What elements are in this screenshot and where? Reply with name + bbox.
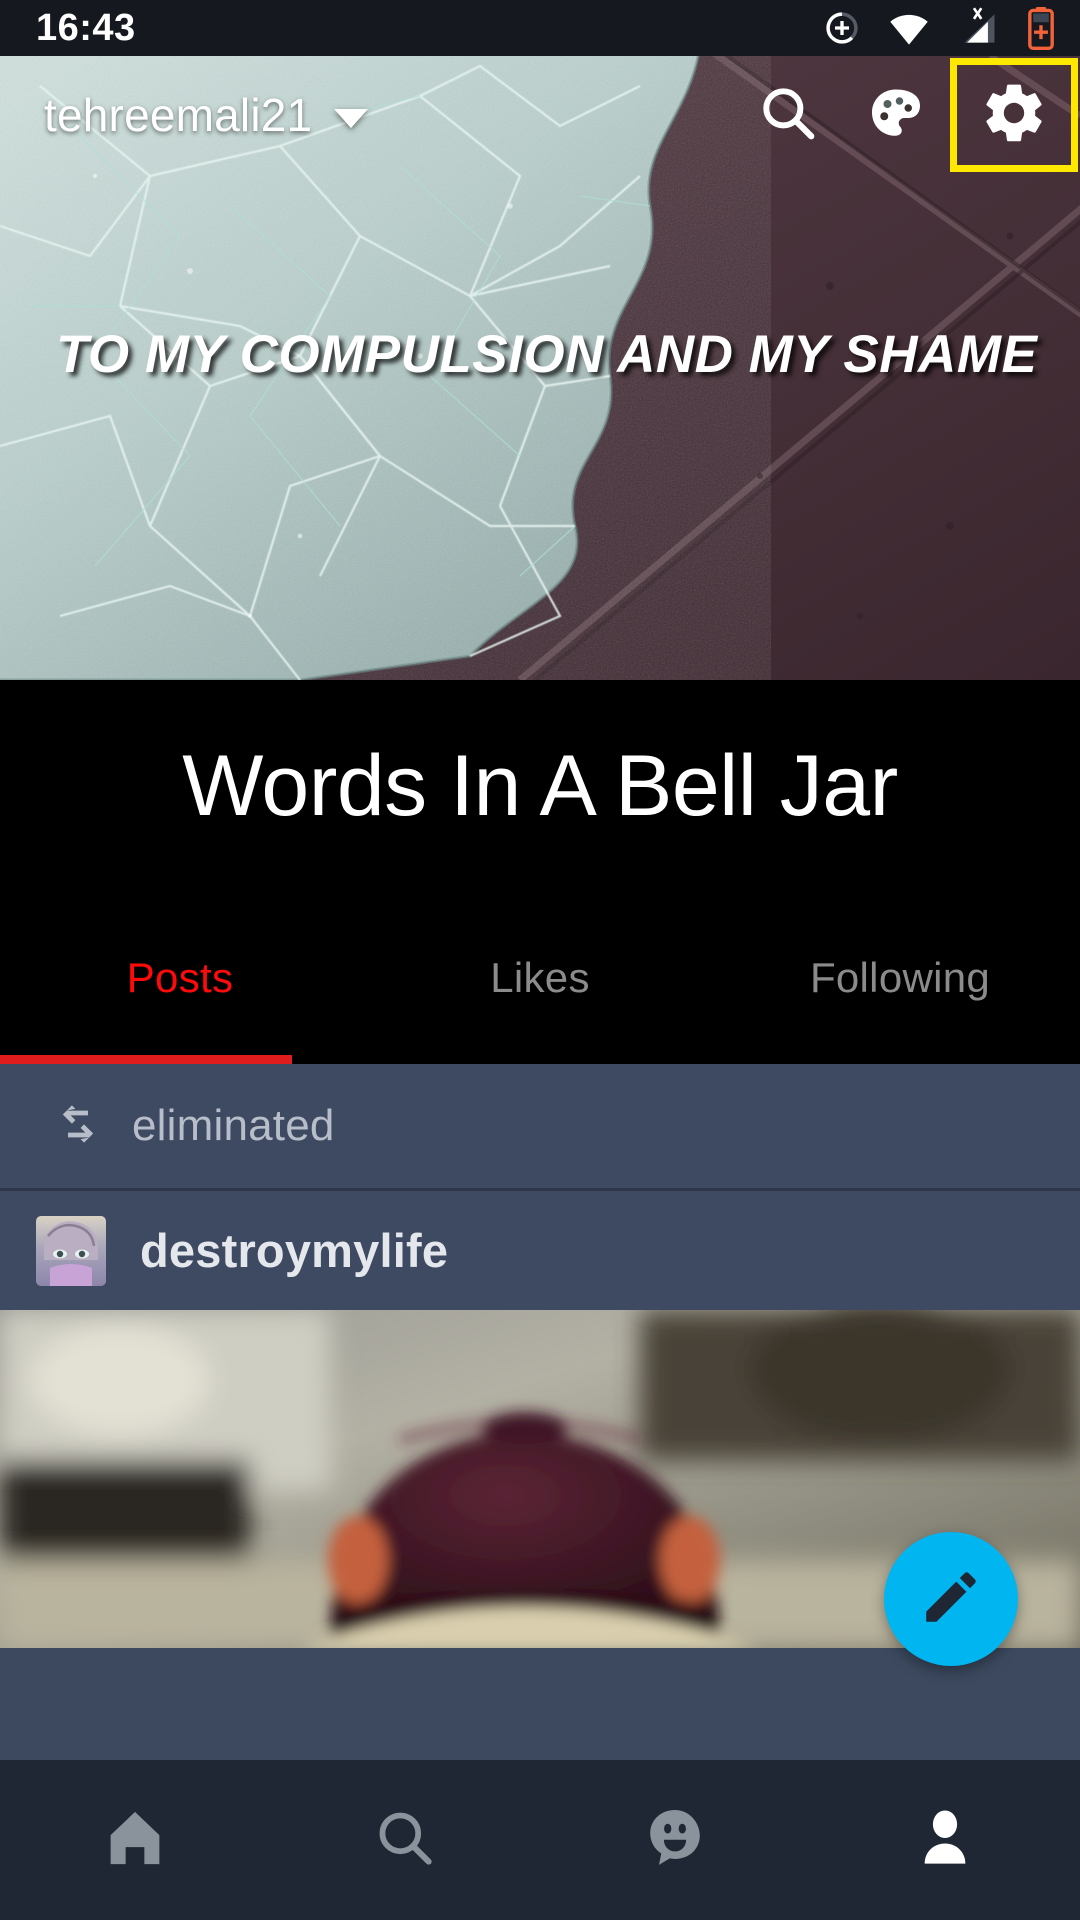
chevron-down-icon xyxy=(334,108,369,128)
bottom-navigation-bar xyxy=(0,1760,1080,1920)
reblog-source-name: eliminated xyxy=(132,1101,335,1150)
blog-title-text: Words In A Bell Jar xyxy=(182,737,898,834)
nav-inbox[interactable] xyxy=(540,1760,810,1920)
app-bar-actions xyxy=(734,58,1080,172)
tab-likes[interactable]: Likes xyxy=(360,892,720,1064)
chat-smiley-icon xyxy=(640,1803,710,1878)
username-label: tehreemali21 xyxy=(44,89,313,141)
customize-palette-button[interactable] xyxy=(842,58,950,172)
app-root: 16:43 TO MY COMPULSION AND MY SHAME tehr… xyxy=(0,0,1080,1920)
top-app-bar: tehreemali21 xyxy=(0,56,1080,174)
pencil-icon xyxy=(918,1564,984,1635)
add-circle-icon xyxy=(822,8,862,48)
wifi-icon xyxy=(888,7,930,49)
create-post-fab[interactable] xyxy=(884,1532,1018,1666)
avatar xyxy=(36,1215,106,1286)
home-icon xyxy=(101,1804,169,1877)
battery-charging-icon xyxy=(1026,6,1056,50)
nav-account[interactable] xyxy=(810,1760,1080,1920)
blog-title: Words In A Bell Jar xyxy=(0,680,1080,892)
status-bar-clock: 16:43 xyxy=(36,7,136,49)
search-icon xyxy=(757,82,819,149)
search-icon xyxy=(372,1805,438,1876)
post-author-name: destroymylife xyxy=(140,1224,449,1277)
nav-search[interactable] xyxy=(270,1760,540,1920)
reblog-attribution-row[interactable]: eliminated xyxy=(0,1064,1080,1188)
reblog-icon xyxy=(52,1098,104,1155)
status-bar-icons xyxy=(822,6,1056,50)
profile-tabs: Posts Likes Following xyxy=(0,892,1080,1064)
gear-icon xyxy=(980,79,1048,152)
nav-home[interactable] xyxy=(0,1760,270,1920)
palette-icon xyxy=(866,83,926,148)
tab-following[interactable]: Following xyxy=(720,892,1080,1064)
blog-switcher[interactable]: tehreemali21 xyxy=(44,88,369,142)
banner-overlay-text: TO MY COMPULSION AND MY SHAME xyxy=(56,325,1038,384)
settings-button[interactable] xyxy=(950,58,1078,172)
no-sim-signal-icon xyxy=(956,6,1000,50)
account-icon xyxy=(912,1805,978,1876)
tab-active-indicator xyxy=(0,1055,292,1064)
search-button[interactable] xyxy=(734,58,842,172)
tab-posts[interactable]: Posts xyxy=(0,892,360,1064)
status-bar: 16:43 xyxy=(0,0,1080,56)
post-author-row[interactable]: destroymylife xyxy=(0,1191,1080,1310)
